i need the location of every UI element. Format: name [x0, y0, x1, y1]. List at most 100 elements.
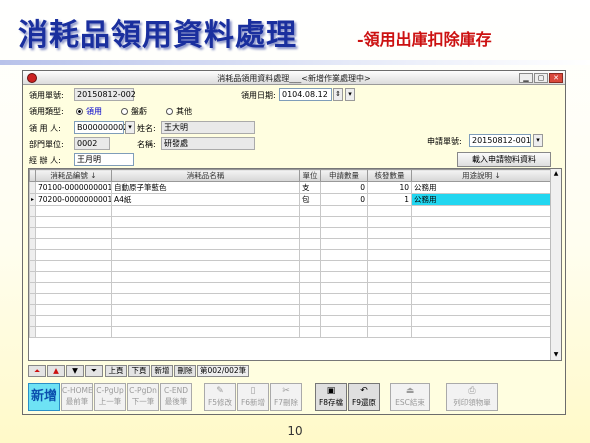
cell-issued[interactable]	[367, 304, 412, 316]
cell-issued[interactable]: 1	[367, 193, 412, 206]
cell-code[interactable]: 70200-0000000001	[35, 193, 112, 206]
cell-issued[interactable]	[367, 282, 412, 294]
cell-issued[interactable]	[367, 326, 412, 338]
nav-last-icon[interactable]: ⏷	[85, 365, 103, 377]
cell-issued[interactable]	[367, 227, 412, 239]
table-row[interactable]: ▸ 70200-0000000001 A4紙包 0 1 公務用	[29, 193, 552, 206]
table-row[interactable]	[29, 282, 552, 294]
cell-name[interactable]	[111, 282, 300, 294]
cell-unit[interactable]	[299, 282, 321, 294]
cell-purpose[interactable]	[411, 315, 552, 327]
cell-requested[interactable]	[320, 249, 368, 261]
save-button[interactable]: ▣ F8存檔	[315, 383, 347, 411]
nav-down-icon[interactable]: ▼	[66, 365, 84, 377]
next-record-button[interactable]: C-PgDn 下一筆	[127, 383, 159, 411]
column-header-issued[interactable]: 核發數量	[367, 169, 412, 182]
cell-unit[interactable]	[299, 260, 321, 272]
cell-code[interactable]	[35, 216, 112, 228]
person-code-field[interactable]: B000000002	[74, 121, 128, 134]
cell-name[interactable]	[111, 249, 300, 261]
cell-name[interactable]	[111, 260, 300, 272]
cell-name[interactable]	[111, 238, 300, 250]
cell-purpose[interactable]: 公務用	[411, 193, 552, 206]
cell-issued[interactable]	[367, 249, 412, 261]
cell-requested[interactable]: 0	[320, 181, 368, 194]
cell-requested[interactable]	[320, 315, 368, 327]
table-row[interactable]	[29, 249, 552, 261]
cell-unit[interactable]	[299, 227, 321, 239]
table-row[interactable]	[29, 304, 552, 316]
cell-unit[interactable]	[299, 304, 321, 316]
column-header-purpose[interactable]: 用途說明 ↓	[411, 169, 552, 182]
cell-requested[interactable]: 0	[320, 193, 368, 206]
cell-issued[interactable]	[367, 271, 412, 283]
cell-name[interactable]	[111, 293, 300, 305]
cell-code[interactable]	[35, 249, 112, 261]
table-row[interactable]	[29, 271, 552, 283]
nav-first-icon[interactable]: ⏶	[28, 365, 46, 377]
cell-code[interactable]	[35, 282, 112, 294]
table-row[interactable]	[29, 205, 552, 217]
table-row[interactable]	[29, 216, 552, 228]
cell-requested[interactable]	[320, 304, 368, 316]
cell-purpose[interactable]	[411, 271, 552, 283]
maximize-button[interactable]: ▢	[534, 73, 548, 83]
cell-purpose[interactable]	[411, 249, 552, 261]
cell-requested[interactable]	[320, 326, 368, 338]
cell-issued[interactable]: 10	[367, 181, 412, 194]
date-dropdown-icon[interactable]: ▾	[345, 88, 355, 101]
column-header-requested[interactable]: 申請數量	[320, 169, 368, 182]
delete-button[interactable]: ✂ F7刪除	[270, 383, 302, 411]
cell-code[interactable]	[35, 227, 112, 239]
cell-name[interactable]	[111, 205, 300, 217]
cell-purpose[interactable]	[411, 326, 552, 338]
cell-requested[interactable]	[320, 238, 368, 250]
table-row[interactable]	[29, 260, 552, 272]
cell-code[interactable]: 70100-0000000001	[35, 181, 112, 194]
cell-name[interactable]	[111, 227, 300, 239]
cell-issued[interactable]	[367, 238, 412, 250]
type-radio-other[interactable]: 其他	[166, 106, 192, 117]
nav-next-page-button[interactable]: 下頁	[128, 365, 150, 377]
cell-code[interactable]	[35, 326, 112, 338]
cell-requested[interactable]	[320, 205, 368, 217]
cell-name[interactable]	[111, 326, 300, 338]
cell-purpose[interactable]	[411, 293, 552, 305]
cell-requested[interactable]	[320, 293, 368, 305]
cell-code[interactable]	[35, 238, 112, 250]
table-row[interactable]	[29, 293, 552, 305]
cell-issued[interactable]	[367, 293, 412, 305]
type-radio-borrow[interactable]: 領用	[76, 106, 102, 117]
nav-add-button[interactable]: 新增	[151, 365, 173, 377]
cell-issued[interactable]	[367, 216, 412, 228]
cell-unit[interactable]	[299, 326, 321, 338]
table-row[interactable]	[29, 238, 552, 250]
cell-code[interactable]	[35, 260, 112, 272]
cell-code[interactable]	[35, 315, 112, 327]
table-row[interactable]: 70100-0000000001 自動原子筆藍色支 0 10 公務用	[29, 181, 552, 194]
cell-unit[interactable]	[299, 249, 321, 261]
cell-name[interactable]	[111, 315, 300, 327]
cell-unit[interactable]	[299, 216, 321, 228]
cell-unit[interactable]: 包	[299, 193, 321, 206]
column-header-name[interactable]: 消耗品名稱	[111, 169, 300, 182]
cell-name[interactable]	[111, 216, 300, 228]
nav-prev-page-button[interactable]: 上頁	[105, 365, 127, 377]
cell-unit[interactable]: 支	[299, 181, 321, 194]
exit-button[interactable]: ⏏ ESC結束	[390, 383, 430, 411]
cell-purpose[interactable]	[411, 238, 552, 250]
edit-button[interactable]: ✎ F5修改	[204, 383, 236, 411]
cell-requested[interactable]	[320, 271, 368, 283]
cell-code[interactable]	[35, 271, 112, 283]
cell-purpose[interactable]	[411, 282, 552, 294]
cell-name[interactable]: 自動原子筆藍色	[111, 181, 300, 194]
cell-unit[interactable]	[299, 315, 321, 327]
table-row[interactable]	[29, 315, 552, 327]
add-button[interactable]: ▯ F6新增	[237, 383, 269, 411]
grid-scrollbar[interactable]: ▲ ▼	[550, 169, 561, 360]
request-no-field[interactable]: 20150812-001	[469, 134, 531, 147]
nav-up-icon[interactable]: ▲	[47, 365, 65, 377]
cell-name[interactable]: A4紙	[111, 193, 300, 206]
date-spinner[interactable]: ⇕	[333, 88, 343, 101]
cell-issued[interactable]	[367, 205, 412, 217]
